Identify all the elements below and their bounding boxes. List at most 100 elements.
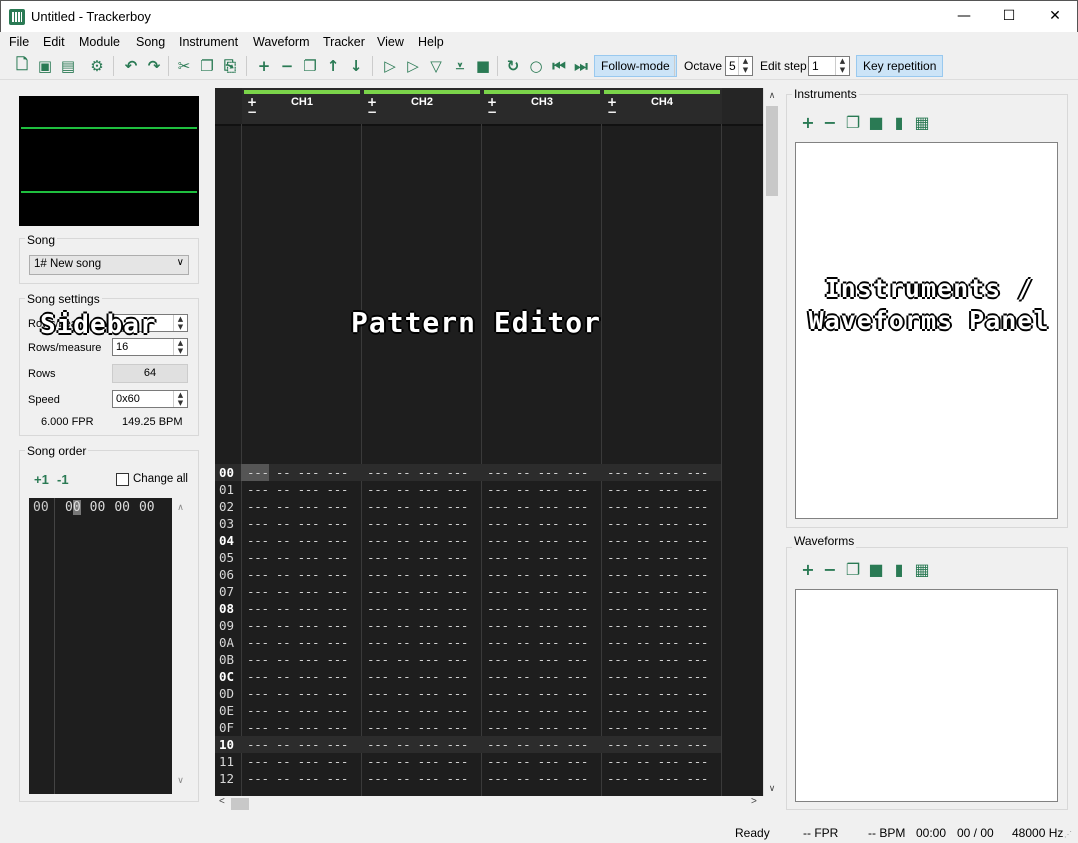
scroll-down-icon[interactable]: ∨ [764, 783, 780, 794]
channel-header-1[interactable]: CH1 + − [242, 88, 362, 124]
pattern-cell[interactable]: --- -- --- --- [241, 634, 361, 651]
pattern-cell[interactable]: --- -- --- --- [601, 600, 721, 617]
pattern-cell[interactable]: --- -- --- --- [601, 617, 721, 634]
channel-header-2[interactable]: CH2 + − [362, 88, 482, 124]
pattern-cell[interactable]: --- -- --- --- [601, 515, 721, 532]
pattern-cell[interactable]: --- -- --- --- [241, 549, 361, 566]
remove-order-icon[interactable]: − [277, 56, 297, 76]
pattern-horizontal-scrollbar[interactable]: < > [215, 796, 763, 812]
pattern-cell[interactable]: --- -- --- --- [241, 753, 361, 770]
rows-per-measure-spinbox[interactable]: 16 ▲ ▼ [112, 338, 188, 356]
pattern-cell[interactable]: --- -- --- --- [241, 668, 361, 685]
spin-arrows-icon[interactable]: ▲ ▼ [173, 315, 187, 331]
decrement-order-button[interactable]: -1 [57, 472, 69, 487]
remove-icon[interactable]: − [820, 113, 840, 133]
pattern-cell[interactable]: --- -- --- --- [361, 464, 481, 481]
pattern-row[interactable]: 0C --- -- --- --- --- -- --- --- --- -- ---… [215, 668, 721, 685]
duplicate-order-icon[interactable]: ❐ [300, 56, 320, 76]
spin-arrows-icon[interactable]: ▲ ▼ [738, 57, 752, 75]
pattern-cell[interactable]: --- -- --- --- [361, 532, 481, 549]
menu-view[interactable]: View [377, 35, 404, 49]
menu-song[interactable]: Song [136, 35, 165, 49]
close-button[interactable]: ✕ [1032, 1, 1078, 32]
spin-arrows-icon[interactable]: ▲ ▼ [835, 57, 849, 75]
edit-icon[interactable]: ▦ [912, 113, 932, 133]
pattern-cell[interactable]: --- -- --- --- [361, 583, 481, 600]
pattern-row[interactable]: 10 --- -- --- --- --- -- --- --- --- -- ---… [215, 736, 721, 753]
speed-spinbox[interactable]: 0x60 ▲ ▼ [112, 390, 188, 408]
pattern-cell[interactable]: --- -- --- --- [601, 566, 721, 583]
pattern-cell[interactable]: --- -- --- --- [601, 770, 721, 787]
module-settings-icon[interactable]: ⚙ [87, 56, 107, 76]
pattern-cell[interactable]: --- -- --- --- [241, 600, 361, 617]
pattern-row[interactable]: 09 --- -- --- --- --- -- --- --- --- -- ---… [215, 617, 721, 634]
pattern-cell[interactable]: --- -- --- --- [241, 481, 361, 498]
pattern-cell[interactable]: --- -- --- --- [601, 583, 721, 600]
pattern-cell[interactable]: --- -- --- --- [481, 668, 601, 685]
song-select[interactable]: 1# New song ∨ [29, 255, 189, 275]
pattern-cell[interactable]: --- -- --- --- [481, 770, 601, 787]
pattern-cell[interactable]: --- -- --- --- [241, 736, 361, 753]
step-icon[interactable]: ⩡ [450, 56, 470, 76]
pattern-cell[interactable]: --- -- --- --- [241, 770, 361, 787]
pattern-row[interactable]: 12 --- -- --- --- --- -- --- --- --- -- ---… [215, 770, 721, 787]
menu-tracker[interactable]: Tracker [323, 35, 365, 49]
paste-icon[interactable]: ⎘ [220, 56, 240, 76]
scroll-down-icon[interactable]: ∨ [172, 775, 189, 786]
minimize-button[interactable]: — [941, 1, 987, 32]
pattern-rows[interactable]: 00 --- -- --- --- --- -- --- --- --- -- ---… [215, 464, 721, 787]
new-file-icon[interactable]: 🗋 [12, 55, 32, 76]
channel-header-4[interactable]: CH4 + − [602, 88, 722, 124]
pattern-cell[interactable]: --- -- --- --- [241, 651, 361, 668]
cut-icon[interactable]: ✂ [174, 56, 194, 76]
order-cell[interactable]: 00 [114, 500, 130, 515]
change-all-checkbox[interactable] [116, 473, 129, 486]
pattern-cell[interactable]: --- -- --- --- [601, 702, 721, 719]
pattern-cell[interactable]: --- -- --- --- [361, 736, 481, 753]
menu-help[interactable]: Help [418, 35, 444, 49]
pattern-cell[interactable]: --- -- --- --- [361, 668, 481, 685]
spin-arrows-icon[interactable]: ▲ ▼ [173, 339, 187, 355]
waveforms-list[interactable] [795, 589, 1058, 802]
pattern-cell[interactable]: --- -- --- --- [481, 464, 601, 481]
scroll-left-icon[interactable]: < [219, 796, 225, 807]
pattern-cell[interactable]: --- -- --- --- [481, 617, 601, 634]
record-icon[interactable]: ○ [526, 56, 546, 76]
order-row[interactable]: 00 00 00 00 [65, 500, 175, 515]
add-icon[interactable]: + [798, 560, 818, 580]
pattern-cell[interactable]: --- -- --- --- [481, 498, 601, 515]
pattern-cell[interactable]: --- -- --- --- [241, 566, 361, 583]
menu-edit[interactable]: Edit [43, 35, 65, 49]
expand-collapse-icon[interactable]: + − [607, 96, 617, 118]
duplicate-icon[interactable]: ❐ [843, 560, 863, 580]
pattern-row[interactable]: 0E --- -- --- --- --- -- --- --- --- -- ---… [215, 702, 721, 719]
pattern-row[interactable]: 04 --- -- --- --- --- -- --- --- --- -- ---… [215, 532, 721, 549]
play-icon[interactable]: ▷ [380, 56, 400, 76]
pattern-row[interactable]: 03 --- -- --- --- --- -- --- --- --- -- ---… [215, 515, 721, 532]
pattern-row[interactable]: 0A --- -- --- --- --- -- --- --- --- -- ---… [215, 634, 721, 651]
pattern-cell[interactable]: --- -- --- --- [361, 600, 481, 617]
menu-module[interactable]: Module [79, 35, 120, 49]
move-up-icon[interactable]: ↑ [323, 56, 343, 76]
pattern-cell[interactable]: --- -- --- --- [361, 515, 481, 532]
import-folder-icon[interactable]: ■ [866, 560, 886, 580]
pattern-cell[interactable]: --- -- --- --- [481, 515, 601, 532]
pattern-editor[interactable]: CH1 + − CH2 + − CH3 + − CH4 + − 00 --- -- --- ---… [215, 88, 763, 796]
pattern-cell[interactable]: --- -- --- --- [361, 549, 481, 566]
channel-header-3[interactable]: CH3 + − [482, 88, 602, 124]
order-cell[interactable]: 00 [65, 500, 81, 515]
undo-icon[interactable]: ↶ [121, 56, 141, 76]
open-folder-icon[interactable]: ▣ [35, 56, 55, 76]
pattern-row[interactable]: 0F --- -- --- --- --- -- --- --- --- -- ---… [215, 719, 721, 736]
pattern-cell[interactable]: --- -- --- --- [481, 566, 601, 583]
edit-step-spinbox[interactable]: 1 ▲ ▼ [808, 56, 850, 76]
spin-arrows-icon[interactable]: ▲ ▼ [173, 391, 187, 407]
pattern-cell[interactable]: --- -- --- --- [601, 736, 721, 753]
play-from-cursor-icon[interactable]: ▽ [426, 56, 446, 76]
order-cell[interactable]: 00 [139, 500, 155, 515]
pattern-cell[interactable]: --- -- --- --- [481, 600, 601, 617]
pattern-cell[interactable]: --- -- --- --- [241, 685, 361, 702]
pattern-cell[interactable]: --- -- --- --- [481, 651, 601, 668]
remove-icon[interactable]: − [820, 560, 840, 580]
scroll-thumb[interactable] [766, 106, 778, 196]
